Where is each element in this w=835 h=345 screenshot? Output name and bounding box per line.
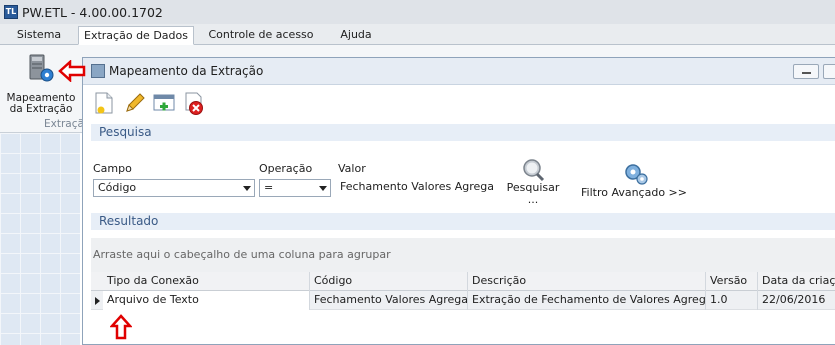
window-title: Mapeamento da Extração [109, 64, 264, 78]
ribbon-button-label: Mapeamento da Extração [4, 93, 78, 115]
operacao-select[interactable]: = [259, 179, 331, 197]
server-gear-icon [29, 54, 54, 82]
grid-header: Tipo da Conexão Código Descrição Versão … [91, 272, 835, 291]
chevron-down-icon [243, 186, 251, 191]
campo-select-value: Código [98, 181, 137, 194]
filtro-avancado-button[interactable]: Filtro Avançado >> [581, 162, 691, 202]
table-cell[interactable]: 22/06/2016 [757, 291, 835, 310]
resultado-section-header: Resultado [91, 213, 835, 230]
table-cell[interactable]: 1.0 [705, 291, 757, 310]
maximize-button[interactable] [823, 64, 835, 79]
ribbon-group-label: Extraçã [44, 118, 84, 130]
pesquisar-button[interactable]: Pesquisar ... [505, 158, 561, 210]
gears-icon [625, 164, 648, 185]
campo-label: Campo [93, 162, 132, 175]
tab-controle-de-acesso[interactable]: Controle de acesso [198, 26, 324, 45]
app-titlebar: TL PW.ETL - 4.00.00.1702 [0, 0, 835, 24]
magnifier-icon [523, 159, 545, 182]
group-by-panel[interactable]: Arraste aqui o cabeçalho de uma coluna p… [91, 238, 835, 272]
new-document-icon [95, 92, 113, 114]
minimize-icon [802, 72, 811, 74]
tab-ajuda[interactable]: Ajuda [326, 26, 386, 45]
operacao-label: Operação [259, 162, 313, 175]
column-header-tipo-da-conexao[interactable]: Tipo da Conexão [103, 272, 309, 291]
mapeamento-window: Mapeamento da Extração Pesquisa Campo Có… [82, 57, 835, 345]
app-title: PW.ETL - 4.00.00.1702 [22, 4, 163, 20]
pesquisa-section-header: Pesquisa [91, 124, 835, 141]
pesquisar-label: Pesquisar ... [505, 182, 561, 206]
table-cell[interactable]: Extração de Fechamento de Valores Agrega… [467, 291, 705, 310]
pesquisar-label-ellipsis: ... [527, 193, 539, 206]
ribbon-button-label-line2: da Extração [9, 103, 73, 115]
column-header-codigo[interactable]: Código [309, 272, 467, 291]
ribbon-tabs: Sistema Extração de Dados Controle de ac… [0, 24, 835, 45]
new-button[interactable] [91, 90, 117, 116]
table-row[interactable]: Arquivo de Texto Fechamento Valores Agre… [91, 291, 835, 310]
campo-select[interactable]: Código [93, 179, 255, 197]
column-header-versao[interactable]: Versão [705, 272, 757, 291]
column-header-descricao[interactable]: Descrição [467, 272, 705, 291]
edit-button[interactable] [121, 90, 147, 116]
red-arrow-up-icon [110, 314, 132, 340]
tab-extracao-de-dados[interactable]: Extração de Dados [78, 26, 194, 45]
add-row-button[interactable] [151, 90, 177, 116]
mdi-background [0, 133, 80, 345]
chevron-down-icon [319, 186, 327, 191]
filtro-avancado-label: Filtro Avançado >> [581, 186, 687, 199]
toolbar [91, 88, 207, 118]
window-titlebar: Mapeamento da Extração [83, 58, 835, 85]
pencil-icon [126, 93, 145, 112]
operacao-select-value: = [264, 181, 274, 194]
table-cell[interactable]: Arquivo de Texto [103, 291, 309, 310]
valor-label: Valor [338, 162, 366, 175]
delete-button[interactable] [181, 90, 207, 116]
window-icon [91, 64, 105, 78]
column-header-data-da-criacao[interactable]: Data da criação [757, 272, 835, 291]
app-logo: TL [4, 5, 18, 19]
delete-icon [185, 92, 203, 115]
valor-input[interactable]: Fechamento Valores Agregados [338, 179, 493, 197]
add-table-icon [153, 94, 175, 111]
results-grid: Tipo da Conexão Código Descrição Versão … [91, 272, 835, 310]
red-arrow-left-icon [58, 60, 86, 82]
minimize-button[interactable] [793, 64, 819, 79]
table-cell[interactable]: Fechamento Valores Agregados [309, 291, 467, 310]
row-indicator-icon [95, 297, 100, 305]
tab-sistema[interactable]: Sistema [4, 26, 74, 45]
